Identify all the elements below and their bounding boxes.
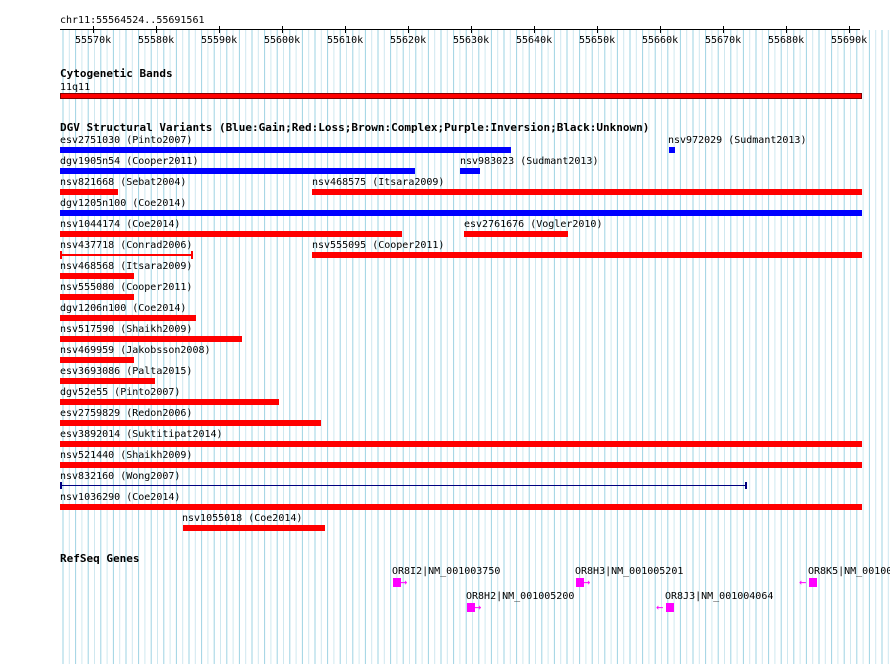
dgv-feature-label: dgv1206n100 (Coe2014) bbox=[60, 303, 187, 314]
dgv-feature-bar[interactable] bbox=[60, 210, 862, 216]
ruler-tick-label: 55610k bbox=[327, 35, 364, 46]
dgv-feature-label: esv3892014 (Suktitipat2014) bbox=[60, 429, 223, 440]
dgv-feature-bar[interactable] bbox=[60, 485, 746, 486]
ruler-tick-label: 55590k bbox=[201, 35, 238, 46]
dgv-feature-label: esv3693086 (Palta2015) bbox=[60, 366, 193, 377]
dgv-feature-label: nsv468568 (Itsara2009) bbox=[60, 261, 193, 272]
refseq-gene-label: OR8I2|NM_001003750 bbox=[392, 566, 501, 577]
dgv-feature-label: nsv821668 (Sebat2004) bbox=[60, 177, 187, 188]
dgv-feature-label: nsv1036290 (Coe2014) bbox=[60, 492, 181, 503]
refseq-track-title[interactable]: RefSeq Genes bbox=[60, 553, 139, 565]
ruler-tick bbox=[471, 26, 472, 33]
refseq-gene-label: OR8K5|NM_00100 bbox=[808, 566, 890, 577]
ruler-tick bbox=[219, 26, 220, 33]
dgv-feature-label: nsv437718 (Conrad2006) bbox=[60, 240, 193, 251]
dgv-feature-label: nsv1055018 (Coe2014) bbox=[182, 513, 303, 524]
ruler-tick-label: 55690k bbox=[831, 35, 868, 46]
dgv-feature-label: nsv469959 (Jakobsson2008) bbox=[60, 345, 211, 356]
dgv-feature-bar[interactable] bbox=[312, 189, 862, 195]
ruler-tick bbox=[282, 26, 283, 33]
dgv-feature-bar[interactable] bbox=[183, 525, 325, 531]
cytobands-track-title[interactable]: Cytogenetic Bands bbox=[60, 68, 173, 80]
dgv-feature-label: esv2761676 (Vogler2010) bbox=[464, 219, 603, 230]
ruler-tick bbox=[408, 26, 409, 33]
cytoband-11q11[interactable] bbox=[60, 93, 862, 99]
dgv-feature-label: dgv52e55 (Pinto2007) bbox=[60, 387, 181, 398]
arrow-right-icon: → bbox=[474, 600, 482, 614]
dgv-feature-label: nsv521440 (Shaikh2009) bbox=[60, 450, 193, 461]
ruler-tick bbox=[93, 26, 94, 33]
dgv-feature-bar[interactable] bbox=[460, 168, 480, 174]
ruler-tick bbox=[660, 26, 661, 33]
dgv-feature-label: nsv983023 (Sudmant2013) bbox=[460, 156, 599, 167]
ruler-tick bbox=[345, 26, 346, 33]
dgv-feature-label: nsv555080 (Cooper2011) bbox=[60, 282, 193, 293]
dgv-feature-bar[interactable] bbox=[60, 336, 242, 342]
ruler-tick-label: 55680k bbox=[768, 35, 805, 46]
ruler-tick-label: 55570k bbox=[75, 35, 112, 46]
cytoband-label: 11q11 bbox=[60, 82, 91, 93]
ruler-tick-label: 55600k bbox=[264, 35, 301, 46]
dgv-feature-label: nsv555095 (Cooper2011) bbox=[312, 240, 445, 251]
dgv-feature-label: nsv517590 (Shaikh2009) bbox=[60, 324, 193, 335]
dgv-feature-bar[interactable] bbox=[60, 315, 196, 321]
dgv-feature-bar[interactable] bbox=[60, 294, 134, 300]
dgv-feature-label: dgv1905n54 (Cooper2011) bbox=[60, 156, 199, 167]
ruler-tick bbox=[849, 26, 850, 33]
ruler-location-label: chr11:55564524..55691561 bbox=[60, 15, 205, 26]
dgv-feature-bar[interactable] bbox=[60, 231, 402, 237]
dgv-feature-endcap bbox=[745, 482, 747, 489]
ruler-tick-label: 55580k bbox=[138, 35, 175, 46]
dgv-feature-label: esv2751030 (Pinto2007) bbox=[60, 135, 193, 146]
dgv-feature-bar[interactable] bbox=[60, 462, 862, 468]
ruler-tick-label: 55650k bbox=[579, 35, 616, 46]
dgv-feature-label: nsv832160 (Wong2007) bbox=[60, 471, 181, 482]
ruler-tick bbox=[786, 26, 787, 33]
dgv-feature-label: esv2759829 (Redon2006) bbox=[60, 408, 193, 419]
dgv-feature-label: dgv1205n100 (Coe2014) bbox=[60, 198, 187, 209]
dgv-feature-label: nsv1044174 (Coe2014) bbox=[60, 219, 181, 230]
ruler-tick-label: 55670k bbox=[705, 35, 742, 46]
refseq-gene-label: OR8H2|NM_001005200 bbox=[466, 591, 575, 602]
ruler-tick bbox=[156, 26, 157, 33]
ruler-tick bbox=[534, 26, 535, 33]
arrow-right-icon: → bbox=[400, 575, 408, 589]
refseq-gene-exon[interactable] bbox=[809, 578, 817, 587]
dgv-feature-bar[interactable] bbox=[464, 231, 568, 237]
arrow-left-icon: ← bbox=[656, 600, 664, 614]
dgv-feature-bar[interactable] bbox=[669, 147, 675, 153]
ruler-tick-label: 55660k bbox=[642, 35, 679, 46]
dgv-feature-bar[interactable] bbox=[60, 378, 155, 384]
arrow-left-icon: ← bbox=[799, 575, 807, 589]
ruler-axis bbox=[60, 29, 860, 30]
dgv-feature-endcap bbox=[60, 482, 62, 489]
dgv-feature-bar[interactable] bbox=[60, 504, 862, 510]
ruler-tick-label: 55630k bbox=[453, 35, 490, 46]
dgv-feature-label: nsv972029 (Sudmant2013) bbox=[668, 135, 807, 146]
dgv-feature-endcap bbox=[60, 251, 62, 259]
dgv-feature-bar[interactable] bbox=[60, 254, 192, 256]
refseq-gene-label: OR8J3|NM_001004064 bbox=[665, 591, 774, 602]
ruler-tick bbox=[597, 26, 598, 33]
arrow-right-icon: → bbox=[583, 575, 591, 589]
dgv-feature-bar[interactable] bbox=[60, 441, 862, 447]
dgv-feature-bar[interactable] bbox=[60, 420, 321, 426]
dgv-feature-bar[interactable] bbox=[60, 147, 511, 153]
dgv-feature-endcap bbox=[191, 251, 193, 259]
refseq-gene-exon[interactable] bbox=[666, 603, 674, 612]
dgv-feature-bar[interactable] bbox=[60, 399, 279, 405]
ruler-tick-label: 55620k bbox=[390, 35, 427, 46]
dgv-feature-bar[interactable] bbox=[60, 273, 134, 279]
dgv-feature-label: nsv468575 (Itsara2009) bbox=[312, 177, 445, 188]
dgv-track-title[interactable]: DGV Structural Variants (Blue:Gain;Red:L… bbox=[60, 122, 649, 134]
refseq-gene-label: OR8H3|NM_001005201 bbox=[575, 566, 684, 577]
ruler-tick bbox=[723, 26, 724, 33]
dgv-feature-bar[interactable] bbox=[60, 168, 415, 174]
dgv-feature-bar[interactable] bbox=[60, 189, 118, 195]
dgv-feature-bar[interactable] bbox=[60, 357, 134, 363]
ruler-tick-label: 55640k bbox=[516, 35, 553, 46]
dgv-feature-bar[interactable] bbox=[312, 252, 862, 258]
